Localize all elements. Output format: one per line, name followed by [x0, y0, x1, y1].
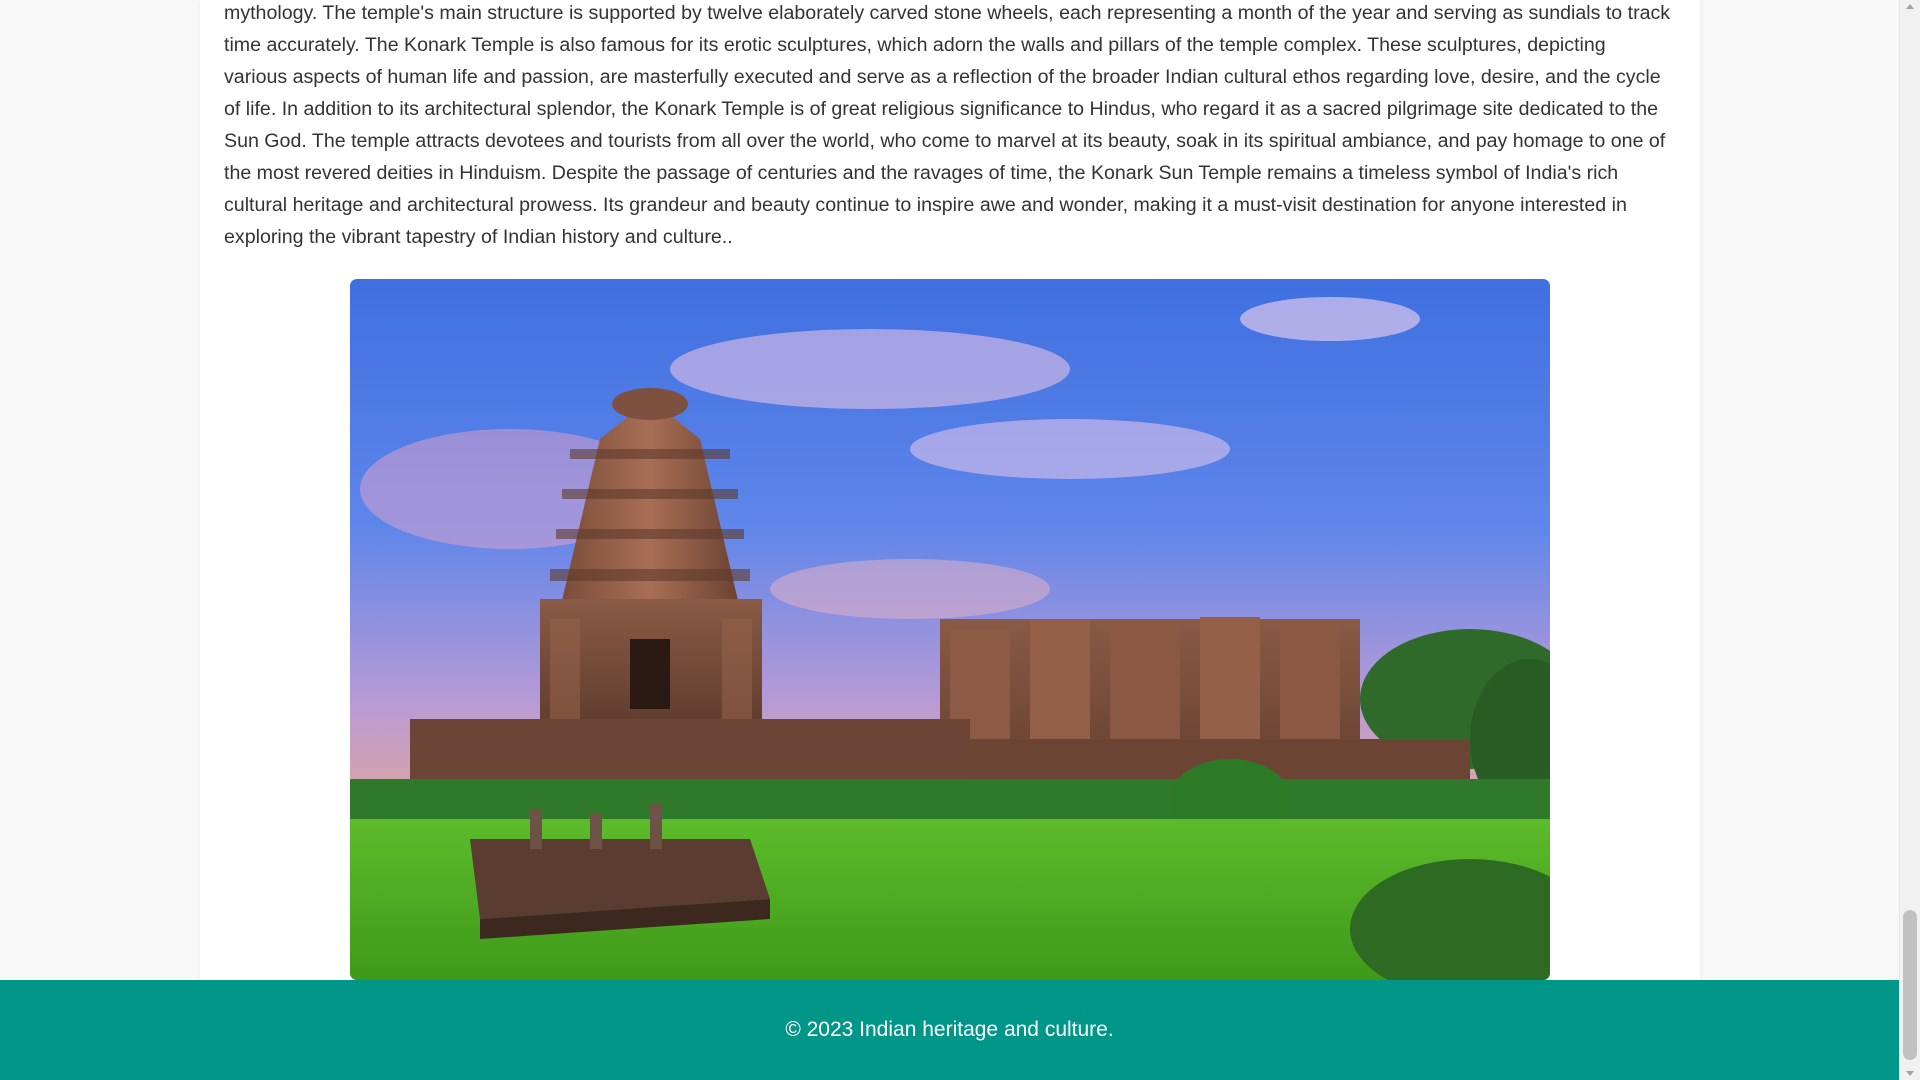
content-card: mythology. The temple's main structure i… — [200, 0, 1700, 980]
article-paragraph: mythology. The temple's main structure i… — [224, 2, 1671, 248]
scrollbar-thumb[interactable] — [1903, 910, 1917, 1060]
page: mythology. The temple's main structure i… — [0, 0, 1899, 1080]
copyright-text: © 2023 Indian heritage and culture. — [785, 1018, 1114, 1041]
footer: © 2023 Indian heritage and culture. — [0, 980, 1899, 1080]
scroll-down-icon[interactable] — [1906, 1071, 1914, 1076]
scroll-up-icon[interactable] — [1906, 4, 1914, 9]
vertical-scrollbar[interactable] — [1899, 0, 1920, 1080]
konark-temple-image — [350, 279, 1550, 980]
